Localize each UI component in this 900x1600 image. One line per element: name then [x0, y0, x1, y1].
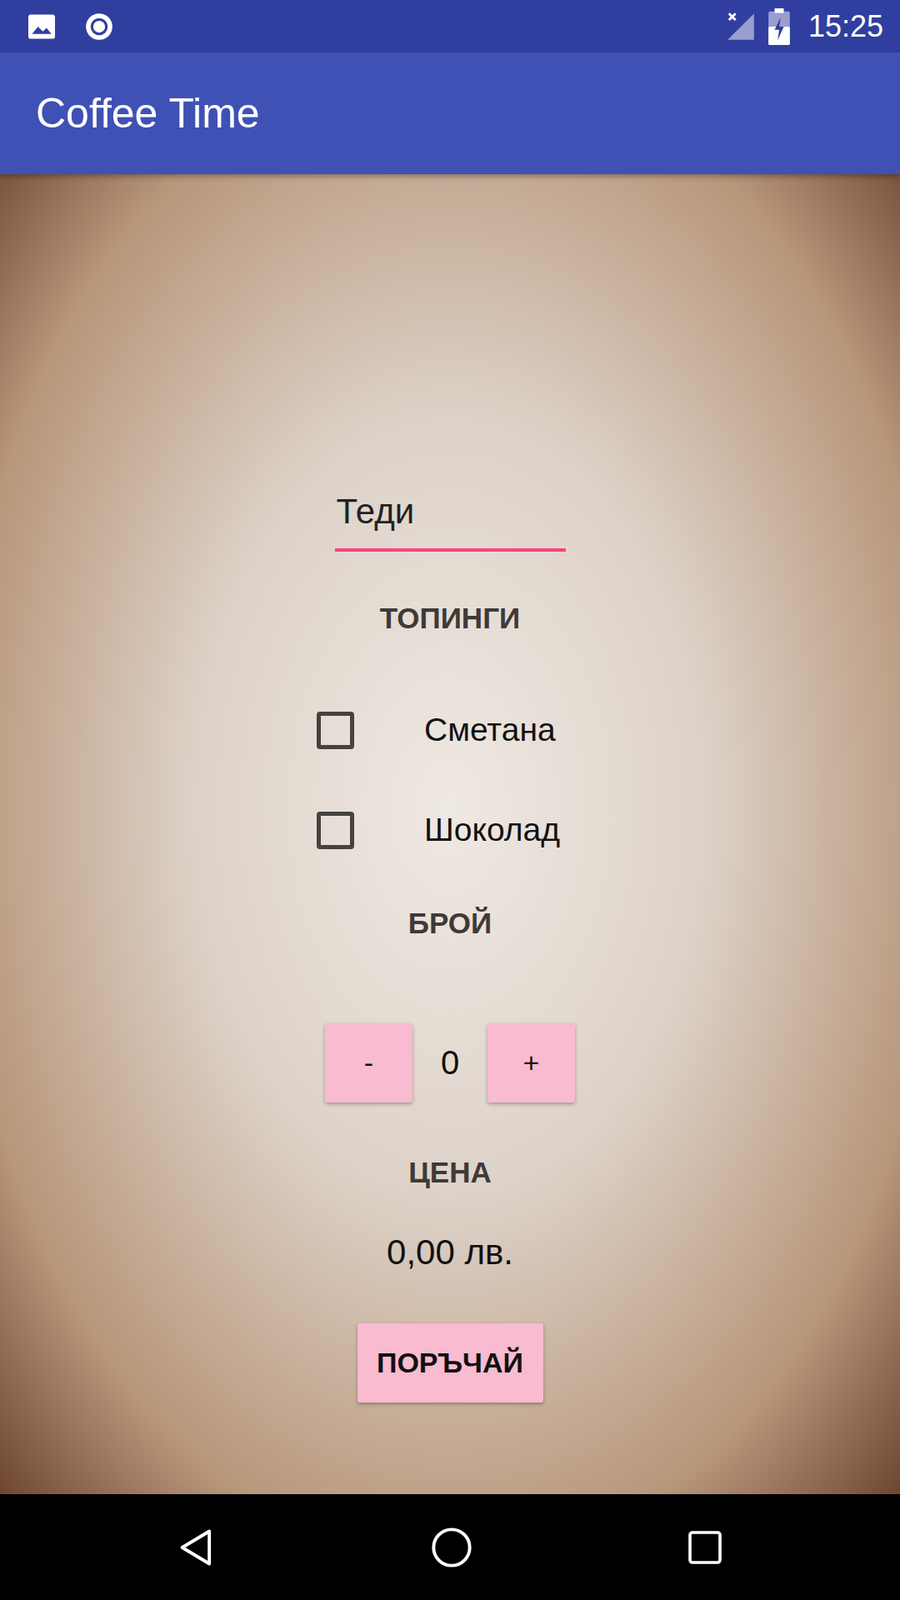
price-heading: ЦЕНА [408, 1154, 491, 1191]
signal-icon [725, 10, 757, 43]
back-icon[interactable] [175, 1525, 219, 1570]
topping-row[interactable]: Сметана [316, 705, 584, 755]
topping-label[interactable]: Шоколад [424, 811, 560, 849]
topping-checkbox[interactable] [316, 811, 355, 850]
toppings-heading: ТОПИНГИ [380, 600, 520, 637]
status-time: 15:25 [808, 9, 884, 45]
status-bar: 15:25 [0, 0, 900, 53]
quantity-heading: БРОЙ [408, 905, 492, 942]
decrement-button[interactable]: - [325, 1023, 413, 1103]
quantity-stepper: -0 + [325, 1023, 575, 1103]
app-bar: Coffee Time [0, 52, 900, 175]
price-value: 0,00 лв. [386, 1231, 514, 1274]
topping-label[interactable]: Сметана [424, 711, 556, 749]
recents-icon[interactable] [685, 1527, 725, 1568]
order-button[interactable]: ПОРЪЧАЙ [357, 1323, 544, 1403]
topping-checkbox[interactable] [316, 711, 355, 750]
app-title: Coffee Time [35, 89, 260, 138]
home-icon[interactable] [430, 1525, 474, 1570]
name-field[interactable]: Теди [335, 475, 566, 552]
quantity-value: 0 [440, 1044, 460, 1082]
image-icon [26, 13, 57, 40]
coffee-background: Теди ТОПИНГИ Сметана Шоколад БРОЙ -0 + ЦЕНА 0,00… [0, 174, 900, 1495]
increment-button[interactable]: + [487, 1023, 575, 1103]
topping-row[interactable]: Шоколад [316, 805, 584, 855]
sync-icon [83, 10, 115, 43]
screen: 15:25 Coffee Time Теди ТОПИНГИ Сметана Шокола… [0, 0, 900, 1600]
battery-icon [768, 8, 790, 45]
navigation-bar [0, 1494, 900, 1600]
